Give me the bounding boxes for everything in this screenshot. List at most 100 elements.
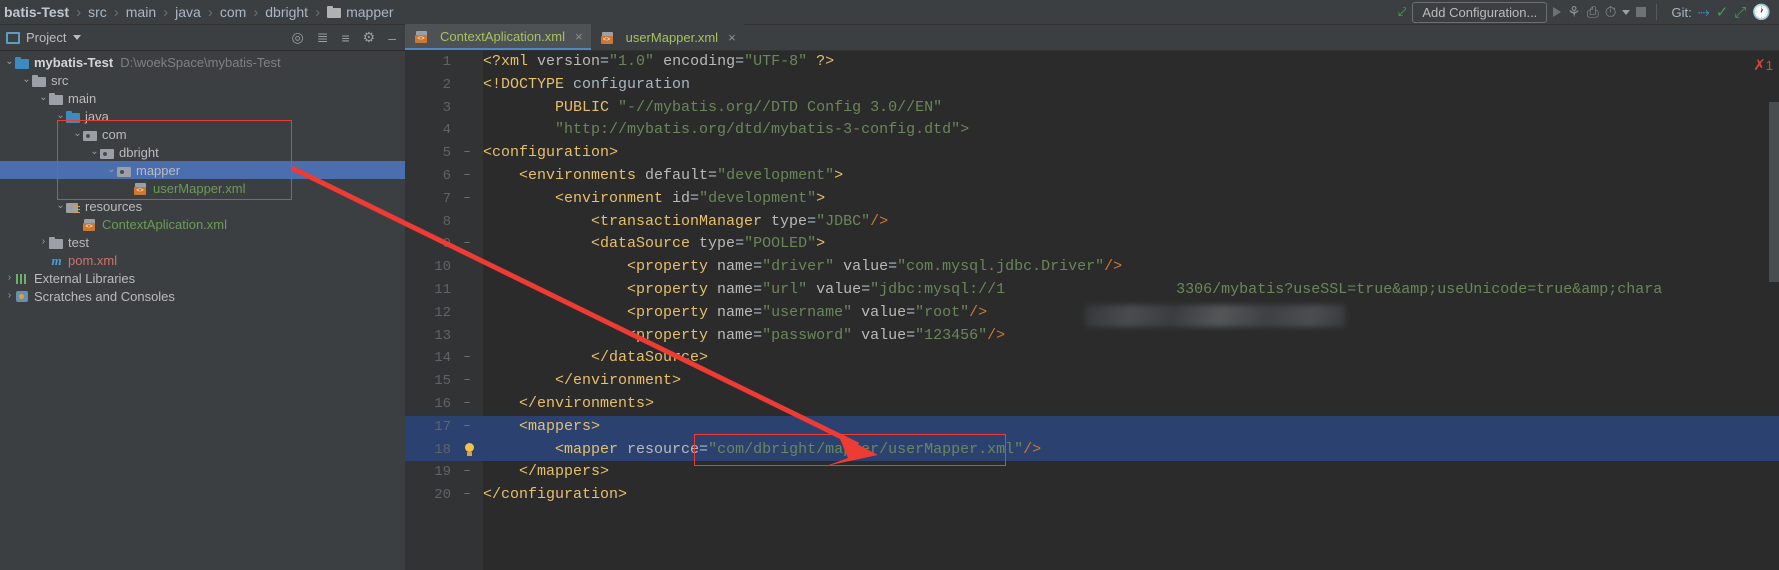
tree-node-label: ContextAplication.xml (102, 216, 227, 232)
code-line[interactable]: 18 <mapper resource="com/dbright/mapper/… (405, 438, 1779, 462)
code-fold-icon[interactable]: − (461, 142, 473, 165)
close-icon[interactable]: × (575, 29, 583, 44)
breadcrumb-item-java[interactable]: java (173, 4, 203, 20)
code-text: </configuration> (483, 484, 627, 507)
code-line[interactable]: 2 <!DOCTYPE configuration (405, 74, 1779, 97)
chevron-down-icon[interactable]: ⌄ (21, 75, 32, 85)
code-token: version (537, 53, 601, 70)
breadcrumb-item-batis-test[interactable]: batis-Test (2, 4, 71, 20)
code-line[interactable]: 10 <property name="driver" value="com.my… (405, 256, 1779, 279)
folder-src-icon (66, 110, 81, 123)
editor-scrollbar[interactable] (1769, 102, 1779, 282)
chevron-right-icon[interactable]: › (38, 237, 49, 247)
build-icon[interactable]: ⤦ (1398, 5, 1406, 20)
code-line[interactable]: 7− <environment id="development"> (405, 188, 1779, 211)
code-line[interactable]: 19− </mappers> (405, 461, 1779, 484)
navigation-bar: batis-Test › src › main › java › com › dbright › map… (0, 0, 1779, 25)
push-icon[interactable]: ⤢ (1734, 5, 1746, 20)
code-line[interactable]: 15− </environment> (405, 370, 1779, 393)
code-fold-icon[interactable]: − (461, 484, 473, 507)
add-configuration-button[interactable]: Add Configuration... (1412, 1, 1548, 23)
run-icon[interactable] (1553, 7, 1562, 17)
code-line[interactable]: 14− </dataSource> (405, 347, 1779, 370)
code-text: <mapper resource="com/dbright/mapper/use… (483, 439, 1041, 462)
code-editor[interactable]: 1 <?xml version="1.0" encoding="UTF-8" ?>… (405, 51, 1779, 570)
chevron-down-icon[interactable]: ⌄ (55, 201, 66, 211)
code-fold-icon[interactable]: − (461, 416, 473, 439)
chevron-right-icon[interactable]: › (4, 273, 15, 283)
breadcrumb-item-mapper[interactable]: mapper (325, 4, 395, 20)
code-line[interactable]: 11 <property name="url" value="jdbc:mysq… (405, 279, 1779, 302)
expand-all-icon[interactable]: ≣ (317, 29, 329, 46)
chevron-down-icon[interactable]: ⌄ (72, 129, 83, 139)
run-coverage-icon[interactable]: ⎙ (1587, 5, 1599, 20)
debug-icon[interactable]: ⚘ (1567, 5, 1580, 20)
tree-node-usermapper-xml[interactable]: ›userMapper.xml (0, 179, 405, 197)
code-line[interactable]: 8 <transactionManager type="JDBC"/> (405, 211, 1779, 234)
code-token: > (816, 235, 826, 253)
settings-gear-icon[interactable]: ⚙ (363, 29, 376, 46)
tree-node-pom-xml[interactable]: ›mpom.xml (0, 251, 405, 269)
intention-bulb-icon[interactable] (463, 442, 476, 457)
chevron-down-icon[interactable] (1622, 9, 1631, 15)
chevron-down-icon[interactable]: ⌄ (89, 147, 100, 157)
code-line[interactable]: 1 <?xml version="1.0" encoding="UTF-8" ?> (405, 51, 1779, 74)
tree-node-test[interactable]: › test (0, 233, 405, 251)
code-token: name (717, 280, 754, 298)
tree-node-main[interactable]: ⌄ main (0, 89, 405, 107)
chevron-down-icon[interactable]: ⌄ (38, 93, 49, 103)
tree-node-contextaplication-xml[interactable]: ›ContextAplication.xml (0, 215, 405, 233)
code-fold-icon[interactable]: − (461, 370, 473, 393)
close-icon[interactable]: × (728, 30, 736, 45)
code-line[interactable]: 9− <dataSource type="POOLED"> (405, 233, 1779, 256)
profile-icon[interactable]: ⏱ (1605, 5, 1617, 20)
code-fold-icon[interactable]: − (461, 233, 473, 256)
tree-node-resources[interactable]: ⌄ resources (0, 197, 405, 215)
commit-icon[interactable]: ✓ (1716, 5, 1729, 20)
tree-node-com[interactable]: ⌄ com (0, 125, 405, 143)
code-token: = (600, 53, 610, 70)
code-line[interactable]: 5− <configuration> (405, 142, 1779, 165)
breadcrumb-item-dbright[interactable]: dbright (263, 4, 310, 20)
tree-node-java[interactable]: ⌄ java (0, 107, 405, 125)
update-project-icon[interactable]: ⤑ (1698, 5, 1710, 20)
code-fold-icon[interactable]: − (461, 393, 473, 416)
code-fold-icon[interactable]: − (461, 347, 473, 370)
error-icon: ✗ (1753, 57, 1766, 74)
tree-node-src[interactable]: ⌄ src (0, 71, 405, 89)
editor-tab-contextaplication-xml[interactable]: ContextAplication.xml × (405, 24, 591, 50)
code-line[interactable]: 4 "http://mybatis.org/dtd/mybatis-3-conf… (405, 119, 1779, 142)
code-line[interactable]: 13 <property name="password" value="1234… (405, 325, 1779, 348)
breadcrumb-item-main[interactable]: main (124, 4, 158, 20)
breadcrumb-item-com[interactable]: com (218, 4, 248, 20)
line-number: 3 (442, 99, 451, 116)
chevron-down-icon[interactable] (73, 35, 82, 40)
code-fold-icon[interactable]: − (461, 461, 473, 484)
history-icon[interactable]: 🕐 (1752, 5, 1771, 20)
code-fold-icon[interactable]: − (461, 165, 473, 188)
code-line[interactable]: 17− <mappers> (405, 415, 1779, 439)
code-content[interactable]: 1 <?xml version="1.0" encoding="UTF-8" ?>… (405, 51, 1779, 570)
code-line[interactable]: 16− </environments> (405, 393, 1779, 416)
code-text: <?xml version="1.0" encoding="UTF-8" ?> (483, 51, 834, 74)
code-line[interactable]: 3 PUBLIC "-//mybatis.org//DTD Config 3.0… (405, 97, 1779, 120)
code-line[interactable]: 20− </configuration> (405, 484, 1779, 507)
stop-icon[interactable] (1636, 7, 1647, 17)
code-line[interactable]: 6− <environments default="development"> (405, 165, 1779, 188)
hide-icon[interactable]: – (388, 30, 396, 46)
chevron-down-icon[interactable]: ⌄ (55, 111, 66, 121)
tree-node-mapper[interactable]: ⌄ mapper (0, 161, 405, 179)
chevron-down-icon[interactable]: ⌄ (4, 57, 15, 67)
tree-node-scratches-and-consoles[interactable]: › Scratches and Consoles (0, 287, 405, 305)
code-fold-icon[interactable]: − (461, 188, 473, 211)
tree-node-external-libraries[interactable]: › External Libraries (0, 269, 405, 287)
project-tree[interactable]: ⌄ mybatis-Test D:\woekSpace\mybatis-Test ⌄ s… (0, 51, 405, 570)
chevron-down-icon[interactable]: ⌄ (106, 165, 117, 175)
locate-icon[interactable]: ◎ (292, 29, 304, 46)
chevron-right-icon[interactable]: › (4, 291, 15, 301)
breadcrumb-item-src[interactable]: src (86, 4, 109, 20)
collapse-all-icon[interactable]: ≡ (341, 30, 349, 46)
tree-node-dbright[interactable]: ⌄ dbright (0, 143, 405, 161)
tree-node-mybatis-test[interactable]: ⌄ mybatis-Test D:\woekSpace\mybatis-Test (0, 53, 405, 71)
editor-tab-usermapper-xml[interactable]: userMapper.xml × (590, 24, 744, 50)
